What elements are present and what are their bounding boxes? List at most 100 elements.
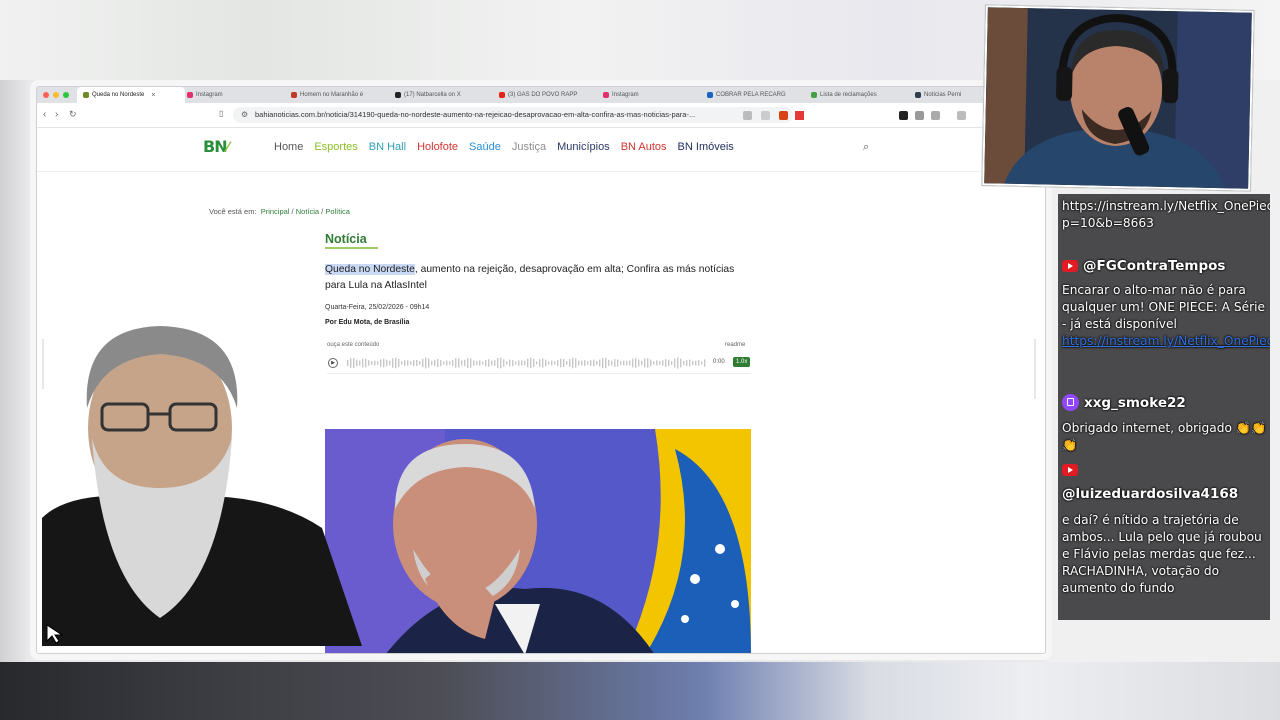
chat-username: xxg_smoke22 bbox=[1062, 394, 1186, 411]
menu-item-municipios[interactable]: Municípios bbox=[557, 141, 610, 153]
waveform-bar bbox=[386, 359, 388, 367]
scroll-handle[interactable] bbox=[1034, 339, 1036, 399]
tab-favicon-icon bbox=[603, 92, 609, 98]
waveform-bar bbox=[413, 359, 415, 367]
menu-item-saude[interactable]: Saúde bbox=[469, 141, 501, 153]
tab-label: Instagram bbox=[612, 92, 639, 98]
zoom-window-button[interactable] bbox=[63, 92, 69, 98]
waveform-bar bbox=[641, 360, 643, 366]
background-bottom bbox=[0, 662, 1280, 720]
search-icon[interactable]: ⌕ bbox=[863, 141, 869, 154]
waveform-bar bbox=[509, 359, 511, 367]
background-left bbox=[0, 80, 26, 662]
menu-item-justica[interactable]: Justiça bbox=[512, 141, 546, 153]
menu-item-bn-autos[interactable]: BN Autos bbox=[621, 141, 667, 153]
waveform-bar bbox=[599, 359, 601, 367]
tab-favicon-icon bbox=[395, 92, 401, 98]
url-text: bahianoticias.com.br/noticia/314190-qued… bbox=[255, 110, 696, 119]
speed-button[interactable]: 1.0x bbox=[733, 357, 751, 367]
waveform-bar bbox=[443, 361, 445, 365]
waveform-bar bbox=[392, 358, 394, 368]
waveform-bar bbox=[692, 360, 694, 366]
tab[interactable]: Instagram bbox=[597, 87, 705, 103]
tab-active[interactable]: Queda no Nordeste × bbox=[77, 87, 185, 103]
waveform-bar bbox=[602, 357, 604, 369]
translate-icon[interactable] bbox=[743, 111, 752, 120]
tab[interactable]: COBRAR PELA RECARG bbox=[701, 87, 809, 103]
breadcrumb-prefix: Você está em: bbox=[209, 207, 257, 216]
menu-item-bn-imoveis[interactable]: BN Imóveis bbox=[678, 141, 734, 153]
waveform-bar bbox=[647, 358, 649, 368]
warning-icon[interactable] bbox=[795, 111, 804, 120]
waveform-bar bbox=[680, 358, 682, 368]
menu-item-esportes[interactable]: Esportes bbox=[314, 141, 357, 153]
waveform-bar bbox=[374, 360, 376, 366]
reload-icon[interactable]: ↻ bbox=[69, 109, 77, 120]
waveform-bar bbox=[533, 358, 535, 368]
url-input[interactable]: ⚙ bahianoticias.com.br/noticia/314190-qu… bbox=[233, 107, 793, 123]
close-icon[interactable]: × bbox=[151, 92, 155, 99]
back-icon[interactable]: ‹ bbox=[43, 109, 46, 120]
tab[interactable]: (17) Natbarcella on X bbox=[389, 87, 497, 103]
tab[interactable]: Homem no Maranhão é bbox=[285, 87, 393, 103]
chat-username: @FGContraTempos bbox=[1062, 258, 1225, 274]
waveform-bar bbox=[419, 361, 421, 365]
waveform-bar bbox=[422, 358, 424, 368]
menu-item-home[interactable]: Home bbox=[274, 141, 303, 153]
tab-favicon-icon bbox=[707, 92, 713, 98]
bookmark-icon[interactable]: ▯ bbox=[219, 109, 223, 118]
tab-label: Notícias Perni bbox=[924, 92, 962, 98]
minimize-window-button[interactable] bbox=[53, 92, 59, 98]
chat-message-link[interactable]: https://instream.ly/Netflix_OnePiece_... bbox=[1062, 334, 1270, 348]
waveform-bar bbox=[503, 359, 505, 367]
tab[interactable]: Instagram bbox=[181, 87, 289, 103]
extension-icon[interactable] bbox=[915, 111, 924, 120]
forward-icon[interactable]: › bbox=[55, 109, 58, 120]
share-icon[interactable] bbox=[761, 111, 770, 120]
logo-swoosh-icon: ⁄ bbox=[226, 140, 230, 156]
breadcrumb-link[interactable]: Notícia bbox=[296, 207, 319, 216]
waveform-bar bbox=[611, 360, 613, 366]
tab-favicon-icon bbox=[291, 92, 297, 98]
waveform-bar bbox=[596, 361, 598, 365]
waveform-bar bbox=[425, 357, 427, 369]
chat-username-text: @FGContraTempos bbox=[1083, 258, 1226, 274]
article-photo-drawing bbox=[325, 429, 751, 653]
waveform-bar bbox=[530, 357, 532, 369]
breadcrumb-link[interactable]: Política bbox=[325, 207, 350, 216]
extension-icon[interactable] bbox=[779, 111, 788, 120]
tab[interactable]: (3) GAS DO POVO RAPP bbox=[493, 87, 601, 103]
waveform-bar bbox=[545, 359, 547, 367]
waveform-bar bbox=[536, 361, 538, 365]
waveform-bar bbox=[365, 358, 367, 368]
presenter-drawing bbox=[42, 326, 362, 646]
close-window-button[interactable] bbox=[43, 92, 49, 98]
extension-icon[interactable] bbox=[931, 111, 940, 120]
waveform-bar bbox=[665, 359, 667, 367]
extension-icon[interactable] bbox=[899, 111, 908, 120]
waveform-bar bbox=[401, 361, 403, 365]
audio-waveform[interactable] bbox=[347, 356, 707, 370]
waveform-bar bbox=[593, 359, 595, 367]
section-title: Notícia bbox=[325, 232, 367, 246]
chat-message-text: https://instream.ly/Netflix_OnePiece_for… bbox=[1062, 199, 1270, 230]
chat-message-body: Encarar o alto-mar não é para qualquer u… bbox=[1062, 283, 1265, 331]
waveform-bar bbox=[479, 360, 481, 366]
waveform-bar bbox=[569, 359, 571, 367]
music-icon[interactable] bbox=[957, 111, 966, 120]
breadcrumb-link[interactable]: Principal bbox=[261, 207, 290, 216]
waveform-bar bbox=[629, 360, 631, 366]
site-logo[interactable]: BN⁄ bbox=[203, 137, 230, 156]
streamer-webcam bbox=[982, 5, 1254, 191]
tab[interactable]: Lista de reclamações bbox=[805, 87, 913, 103]
waveform-bar bbox=[695, 360, 697, 366]
window-controls[interactable] bbox=[43, 92, 69, 98]
waveform-bar bbox=[521, 360, 523, 366]
menu-item-holofote[interactable]: Holofote bbox=[417, 141, 458, 153]
waveform-bar bbox=[662, 360, 664, 366]
waveform-bar bbox=[488, 359, 490, 367]
site-info-icon[interactable]: ⚙ bbox=[241, 107, 248, 123]
readme-link[interactable]: readme bbox=[725, 342, 745, 348]
waveform-bar bbox=[539, 359, 541, 367]
menu-item-bn-hall[interactable]: BN Hall bbox=[369, 141, 406, 153]
